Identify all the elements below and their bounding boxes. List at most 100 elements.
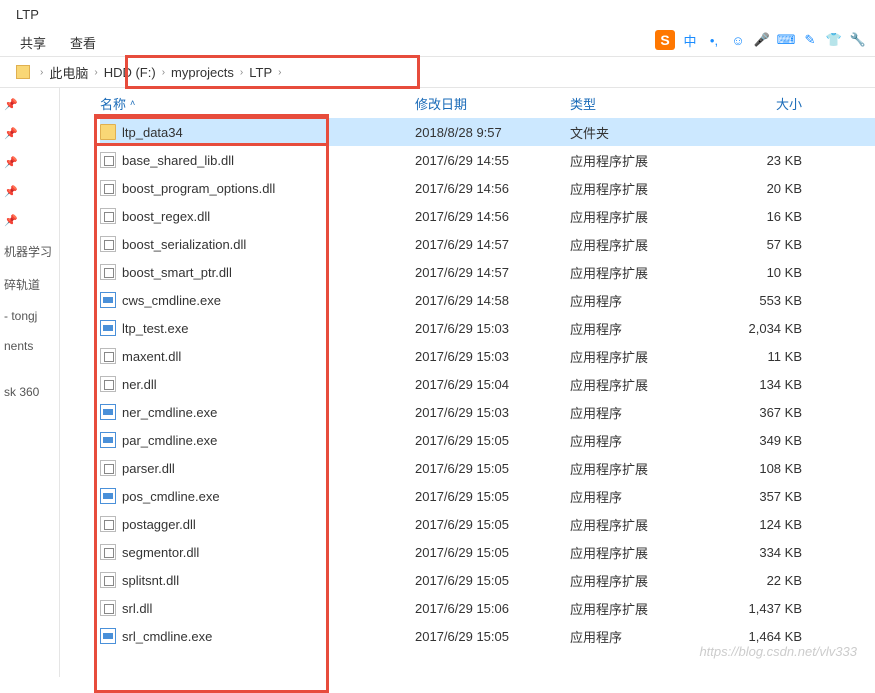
quickaccess-item[interactable] [4, 367, 55, 371]
file-row[interactable]: parser.dll2017/6/29 15:05应用程序扩展108 KB [100, 454, 875, 482]
ime-paint-icon[interactable]: ✎ [801, 31, 819, 49]
file-name: boost_regex.dll [122, 209, 210, 224]
ime-keyboard-icon[interactable]: ⌨ [777, 31, 795, 49]
quickaccess-item[interactable]: 碎轨道 [4, 274, 55, 295]
file-name: boost_smart_ptr.dll [122, 265, 232, 280]
ime-tools-icon[interactable]: 🔧 [849, 31, 867, 49]
file-size: 349 KB [710, 433, 810, 448]
quickaccess-panel: 📌 📌 📌 📌 📌 机器学习 碎轨道 - tongj nents sk 360 [0, 88, 60, 677]
file-type: 应用程序扩展 [570, 179, 710, 198]
ime-punct-icon[interactable]: •, [705, 31, 723, 49]
file-row[interactable]: maxent.dll2017/6/29 15:03应用程序扩展11 KB [100, 342, 875, 370]
file-name: srl.dll [122, 601, 152, 616]
file-date: 2017/6/29 15:03 [415, 405, 570, 420]
file-row[interactable]: ner.dll2017/6/29 15:04应用程序扩展134 KB [100, 370, 875, 398]
file-row[interactable]: postagger.dll2017/6/29 15:05应用程序扩展124 KB [100, 510, 875, 538]
file-size: 1,464 KB [710, 629, 810, 644]
chevron-right-icon[interactable]: › [162, 67, 165, 78]
quickaccess-item[interactable]: 📌 [4, 212, 55, 229]
file-row[interactable]: segmentor.dll2017/6/29 15:05应用程序扩展334 KB [100, 538, 875, 566]
quickaccess-item[interactable]: 📌 [4, 183, 55, 200]
quickaccess-item[interactable]: sk 360 [4, 383, 55, 401]
file-date: 2017/6/29 15:05 [415, 573, 570, 588]
quickaccess-item[interactable]: 📌 [4, 125, 55, 142]
column-name[interactable]: 名称 ˄ [100, 94, 415, 113]
exe-icon [100, 320, 116, 336]
file-row[interactable]: srl.dll2017/6/29 15:06应用程序扩展1,437 KB [100, 594, 875, 622]
file-name: base_shared_lib.dll [122, 153, 234, 168]
file-date: 2017/6/29 15:04 [415, 377, 570, 392]
exe-icon [100, 404, 116, 420]
file-date: 2017/6/29 15:05 [415, 629, 570, 644]
ime-logo-icon[interactable]: S [655, 30, 675, 50]
file-size: 20 KB [710, 181, 810, 196]
breadcrumb-bar[interactable]: › 此电脑 › HDD (F:) › myprojects › LTP › [0, 56, 875, 88]
folder-icon [100, 124, 116, 140]
quickaccess-item[interactable]: 机器学习 [4, 241, 55, 262]
pin-icon: 📌 [4, 185, 18, 198]
file-name: cws_cmdline.exe [122, 293, 221, 308]
quickaccess-item[interactable]: 📌 [4, 154, 55, 171]
menu-share[interactable]: 共享 [20, 33, 46, 52]
file-size: 11 KB [710, 349, 810, 364]
file-row[interactable]: base_shared_lib.dll2017/6/29 14:55应用程序扩展… [100, 146, 875, 174]
exe-icon [100, 488, 116, 504]
file-name: parser.dll [122, 461, 175, 476]
quickaccess-item[interactable]: 📌 [4, 96, 55, 113]
file-size: 16 KB [710, 209, 810, 224]
column-date[interactable]: 修改日期 [415, 94, 570, 113]
file-row[interactable]: splitsnt.dll2017/6/29 15:05应用程序扩展22 KB [100, 566, 875, 594]
file-size: 357 KB [710, 489, 810, 504]
file-type: 应用程序扩展 [570, 571, 710, 590]
quickaccess-item[interactable]: - tongj [4, 307, 55, 325]
ime-mic-icon[interactable]: 🎤 [753, 31, 771, 49]
ime-lang[interactable]: 中 [681, 31, 699, 49]
dll-icon [100, 544, 116, 560]
file-date: 2017/6/29 14:55 [415, 153, 570, 168]
file-row[interactable]: boost_program_options.dll2017/6/29 14:56… [100, 174, 875, 202]
breadcrumb-thispc[interactable]: 此电脑 [49, 63, 88, 82]
dll-icon [100, 208, 116, 224]
window-titlebar: LTP [0, 0, 875, 28]
file-type: 应用程序扩展 [570, 459, 710, 478]
ime-skin-icon[interactable]: 👕 [825, 31, 843, 49]
file-row[interactable]: srl_cmdline.exe2017/6/29 15:05应用程序1,464 … [100, 622, 875, 650]
file-row[interactable]: par_cmdline.exe2017/6/29 15:05应用程序349 KB [100, 426, 875, 454]
file-type: 文件夹 [570, 123, 710, 142]
file-date: 2017/6/29 14:57 [415, 265, 570, 280]
file-size: 134 KB [710, 377, 810, 392]
file-size: 367 KB [710, 405, 810, 420]
breadcrumb-item[interactable]: LTP [249, 65, 272, 80]
chevron-right-icon[interactable]: › [278, 67, 281, 78]
menu-view[interactable]: 查看 [70, 33, 96, 52]
file-type: 应用程序扩展 [570, 207, 710, 226]
annotation-highlight [125, 55, 420, 89]
breadcrumb-item[interactable]: myprojects [171, 65, 234, 80]
chevron-right-icon[interactable]: › [240, 67, 243, 78]
file-date: 2017/6/29 15:05 [415, 461, 570, 476]
breadcrumb-item[interactable]: HDD (F:) [104, 65, 156, 80]
file-row[interactable]: boost_regex.dll2017/6/29 14:56应用程序扩展16 K… [100, 202, 875, 230]
chevron-right-icon[interactable]: › [40, 67, 43, 78]
file-date: 2017/6/29 14:57 [415, 237, 570, 252]
file-name: par_cmdline.exe [122, 433, 217, 448]
file-type: 应用程序扩展 [570, 515, 710, 534]
file-row[interactable]: boost_smart_ptr.dll2017/6/29 14:57应用程序扩展… [100, 258, 875, 286]
file-row[interactable]: pos_cmdline.exe2017/6/29 15:05应用程序357 KB [100, 482, 875, 510]
dll-icon [100, 180, 116, 196]
file-row[interactable]: ltp_data342018/8/28 9:57文件夹 [100, 118, 875, 146]
ime-emoji-icon[interactable]: ☺ [729, 31, 747, 49]
quickaccess-item[interactable]: nents [4, 337, 55, 355]
column-size[interactable]: 大小 [710, 94, 810, 113]
column-type[interactable]: 类型 [570, 94, 710, 113]
file-row[interactable]: ner_cmdline.exe2017/6/29 15:03应用程序367 KB [100, 398, 875, 426]
exe-icon [100, 628, 116, 644]
file-row[interactable]: cws_cmdline.exe2017/6/29 14:58应用程序553 KB [100, 286, 875, 314]
file-type: 应用程序扩展 [570, 347, 710, 366]
pin-icon: 📌 [4, 98, 18, 111]
chevron-right-icon[interactable]: › [94, 67, 97, 78]
pin-icon: 📌 [4, 127, 18, 140]
dll-icon [100, 264, 116, 280]
file-row[interactable]: boost_serialization.dll2017/6/29 14:57应用… [100, 230, 875, 258]
file-row[interactable]: ltp_test.exe2017/6/29 15:03应用程序2,034 KB [100, 314, 875, 342]
